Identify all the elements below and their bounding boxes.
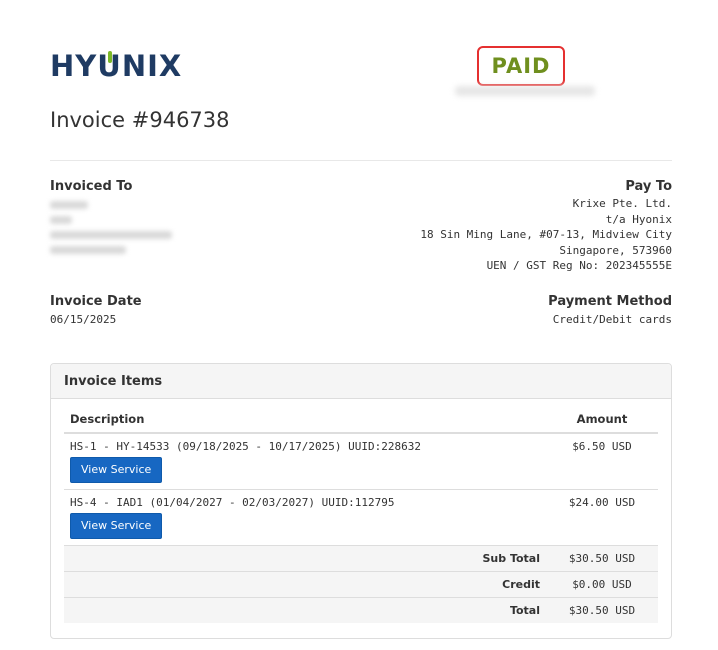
pay-to-line: Krixe Pte. Ltd.	[572, 197, 672, 210]
redacted-line	[50, 216, 72, 224]
payment-method-label: Payment Method	[548, 294, 672, 309]
table-row: HS-1 - HY-14533 (09/18/2025 - 10/17/2025…	[64, 432, 658, 490]
pay-to-address: Krixe Pte. Ltd. t/a Hyonix 18 Sin Ming L…	[420, 196, 672, 274]
logo-u: U	[97, 49, 122, 83]
item-amount: $6.50 USD	[546, 432, 658, 490]
credit-value: $0.00 USD	[546, 571, 658, 598]
credit-row: Credit $0.00 USD	[64, 571, 658, 598]
invoiced-to-label: Invoiced To	[50, 179, 133, 194]
column-header-amount: Amount	[546, 407, 658, 434]
total-label: Total	[64, 597, 546, 623]
pay-to-line: t/a Hyonix	[605, 212, 672, 226]
subtotal-row: Sub Total $30.50 USD	[64, 545, 658, 572]
brand-logo-text: HYU NIX	[50, 49, 182, 83]
invoiced-to-section: Invoiced To	[50, 179, 172, 261]
invoice-items-panel: Invoice Items Description Amount HS-1 - …	[50, 363, 672, 639]
view-service-button[interactable]: View Service	[70, 457, 163, 483]
redacted-line	[50, 231, 172, 239]
pay-to-label: Pay To	[625, 179, 672, 194]
logo-part: HY	[50, 49, 98, 83]
logo-part: NIX	[121, 49, 183, 83]
pay-to-section: Pay To Krixe Pte. Ltd. t/a Hyonix 18 Sin…	[420, 179, 672, 274]
item-cell: HS-1 - HY-14533 (09/18/2025 - 10/17/2025…	[64, 432, 546, 490]
invoice-date-value: 06/15/2025	[50, 313, 117, 326]
invoice-date-section: Invoice Date 06/15/2025	[50, 294, 142, 328]
subtotal-label: Sub Total	[64, 545, 546, 572]
invoice-items-header: Invoice Items	[51, 364, 671, 399]
logo-accent	[107, 51, 112, 63]
total-row: Total $30.50 USD	[64, 597, 658, 623]
redacted-line	[50, 246, 126, 254]
redacted-address	[50, 201, 172, 254]
paid-status-badge: PAID	[477, 46, 565, 86]
subtotal-value: $30.50 USD	[546, 545, 658, 572]
credit-label: Credit	[64, 571, 546, 598]
column-header-description: Description	[64, 407, 546, 434]
payment-method-value: Credit/Debit cards	[552, 313, 672, 326]
table-row: HS-4 - IAD1 (01/04/2027 - 02/03/2027) UU…	[64, 489, 658, 546]
item-cell: HS-4 - IAD1 (01/04/2027 - 02/03/2027) UU…	[64, 489, 546, 546]
page-title: Invoice #946738	[50, 108, 230, 132]
redacted-line	[50, 201, 88, 209]
pay-to-line: UEN / GST Reg No: 202345555E	[486, 259, 672, 272]
table-header-row: Description Amount	[64, 407, 658, 434]
invoice-items-table: Description Amount HS-1 - HY-14533 (09/1…	[64, 407, 658, 623]
pay-to-line: 18 Sin Ming Lane, #07-13, Midview City	[420, 228, 672, 241]
brand-logo: HYU NIX	[50, 49, 182, 83]
total-value: $30.50 USD	[546, 597, 658, 623]
pay-to-line: Singapore, 573960	[559, 243, 672, 257]
payment-method-section: Payment Method Credit/Debit cards	[548, 294, 672, 328]
divider	[50, 160, 672, 161]
blurred-paid-date	[455, 86, 595, 96]
item-description: HS-1 - HY-14533 (09/18/2025 - 10/17/2025…	[70, 440, 421, 453]
item-description: HS-4 - IAD1 (01/04/2027 - 02/03/2027) UU…	[70, 496, 395, 509]
view-service-button[interactable]: View Service	[70, 513, 163, 539]
item-amount: $24.00 USD	[546, 489, 658, 546]
invoice-date-label: Invoice Date	[50, 294, 142, 309]
